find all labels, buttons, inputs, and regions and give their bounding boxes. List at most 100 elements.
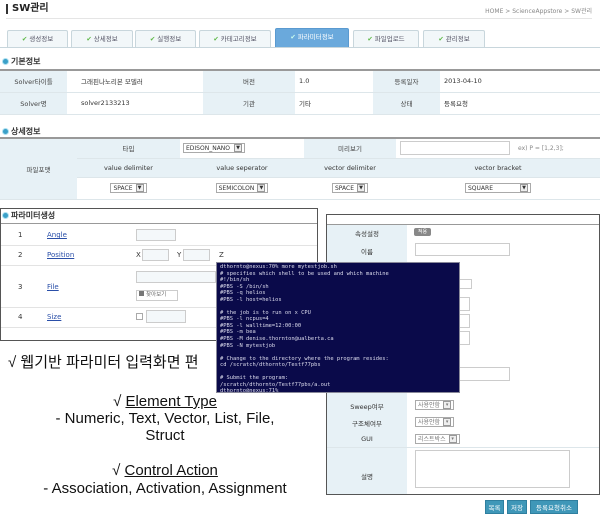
tab-file-upload[interactable]: ✔ 파일업로드: [353, 30, 419, 47]
vector-delimiter-select[interactable]: SPACE ▼: [304, 177, 396, 200]
page-title: SW관리: [6, 4, 49, 14]
preview-label: 미리보기: [304, 138, 396, 159]
select-value: 사용안함: [418, 419, 441, 426]
terminal-window: dthornto@nexus:70% more mytestjob.sh # s…: [216, 262, 460, 393]
tab-run-info[interactable]: ✔ 실행정보: [135, 30, 196, 47]
dropdown-icon: ▾: [443, 418, 452, 426]
cancel-request-button[interactable]: 등록요청취소: [530, 500, 578, 514]
tab-label: 실행정보: [157, 35, 182, 43]
value-delimiter-select[interactable]: SPACE ▼: [77, 177, 180, 200]
check-icon: ✔: [290, 33, 296, 41]
name-label: 이름: [361, 248, 373, 256]
table-row: value delimiter value seperator vector d…: [0, 158, 600, 178]
apply-button[interactable]: 적용: [414, 228, 431, 236]
name-input[interactable]: [415, 243, 510, 256]
value-separator-select[interactable]: SEMICOLON ▼: [180, 177, 304, 200]
control-action-title: √ Control Action: [0, 462, 330, 479]
value: 등록요청: [440, 92, 600, 115]
vector-bracket-select[interactable]: SQUARE ▼: [396, 177, 600, 200]
check-icon: ✔: [438, 35, 444, 43]
element-type-list-cont: Struct: [145, 427, 185, 444]
divider: [327, 224, 599, 225]
tab-category-info[interactable]: ✔ 카테고리정보: [199, 30, 271, 47]
example-text: ex) P = [1,2,3];: [514, 138, 600, 159]
check-mark: √: [112, 462, 125, 479]
tab-label: 생성정보: [29, 35, 54, 43]
dropdown-icon: ▼: [257, 184, 266, 192]
value: solver2133213: [67, 92, 203, 115]
size-checkbox[interactable]: [136, 313, 143, 320]
type-select[interactable]: EDISON_NANO ▼: [180, 138, 304, 159]
check-icon: ✔: [213, 35, 219, 43]
element-type-list: - Numeric, Text, Vector, List, File,: [55, 410, 275, 427]
value: 그래핀나노리본 모델러: [67, 70, 203, 93]
table-row: Solver타이틀 그래핀나노리본 모델러 버전 1.0 등록일자 2013-0…: [0, 70, 600, 93]
row-number: 1: [18, 231, 23, 239]
label: 버전: [203, 70, 295, 93]
heading-text: 파라미터생성: [11, 211, 56, 220]
check-icon: ✔: [86, 35, 92, 43]
attr-label: 속성설정: [355, 230, 379, 238]
tab-admin-info[interactable]: ✔ 관리정보: [423, 30, 485, 47]
row-number: 2: [18, 251, 23, 259]
y-label: Y: [177, 251, 182, 259]
tab-parameter-info[interactable]: ✔ 파라미터정보: [275, 28, 349, 47]
tab-create-info[interactable]: ✔ 생성정보: [7, 30, 68, 47]
check-icon: ✔: [21, 35, 28, 43]
gui-select[interactable]: 리스트박스 ▾: [415, 434, 460, 444]
preview-input[interactable]: [396, 138, 514, 159]
file-format-label: 파일포맷: [0, 138, 77, 200]
browse-button[interactable]: 찾아보기: [136, 290, 178, 301]
dropdown-icon: ▾: [443, 401, 452, 409]
tab-detail-info[interactable]: ✔ 상세정보: [71, 30, 133, 47]
struct-select[interactable]: 사용안함 ▾: [415, 417, 455, 427]
dropdown-icon: ▼: [520, 184, 528, 192]
select-value: SEMICOLON: [218, 185, 255, 192]
select-value: EDISON_NANO: [186, 145, 231, 153]
param-link-angle[interactable]: Angle: [47, 231, 67, 239]
position-y-input[interactable]: [183, 249, 210, 261]
x-label: X: [136, 251, 141, 259]
button-label: 찾아보기: [146, 292, 167, 298]
tab-baseline: [0, 47, 600, 48]
basic-info-table: Solver타이틀 그래핀나노리본 모델러 버전 1.0 등록일자 2013-0…: [0, 69, 600, 115]
angle-input[interactable]: [136, 229, 176, 241]
tab-label: 상세정보: [93, 35, 118, 43]
row-number: 3: [18, 283, 23, 291]
value: 2013-04-10: [440, 70, 600, 93]
value: 기타: [295, 92, 373, 115]
save-button[interactable]: 저장: [507, 500, 527, 514]
divider: [327, 447, 599, 448]
heading-text: 상세정보: [11, 127, 41, 136]
heading-text: 기본정보: [11, 57, 41, 66]
label: 등록일자: [373, 70, 440, 93]
param-link-file[interactable]: File: [47, 283, 59, 291]
tab-label: 관리정보: [445, 35, 470, 43]
browse-icon: [139, 291, 144, 296]
check-icon: ✔: [149, 35, 156, 43]
sweep-select[interactable]: 사용안함 ▾: [415, 400, 455, 410]
basic-info-heading: 기본정보: [2, 56, 40, 67]
detail-info-heading: 상세정보: [2, 126, 40, 137]
description-textarea[interactable]: [415, 450, 570, 488]
table-row: 파일포맷 타입 EDISON_NANO ▼ 미리보기 ex) P = [1,2,3…: [0, 138, 600, 200]
dropdown-icon: ▾: [448, 435, 457, 443]
breadcrumb[interactable]: HOME > ScienceAppstore > SW관리: [485, 6, 592, 15]
file-input[interactable]: [136, 271, 216, 283]
sweep-label: Sweep여부: [350, 403, 384, 411]
gui-label: GUI: [361, 435, 373, 443]
param-link-position[interactable]: Position: [47, 251, 74, 259]
value: 1.0: [295, 70, 373, 93]
struct-label: 구조체여부: [352, 420, 382, 428]
overlay-heading: √ 웹기반 파라미터 입력화면 편: [8, 354, 199, 371]
bullet-icon: [2, 212, 9, 219]
label: Solver타이틀: [0, 70, 67, 93]
position-x-input[interactable]: [142, 249, 169, 261]
size-input[interactable]: [146, 310, 186, 323]
dropdown-icon: ▼: [135, 184, 144, 192]
tab-label: 카테고리정보: [220, 35, 257, 43]
list-button[interactable]: 목록: [485, 500, 504, 514]
preview-field[interactable]: [400, 141, 510, 156]
param-link-size[interactable]: Size: [47, 313, 61, 321]
check-mark: √: [113, 393, 126, 410]
